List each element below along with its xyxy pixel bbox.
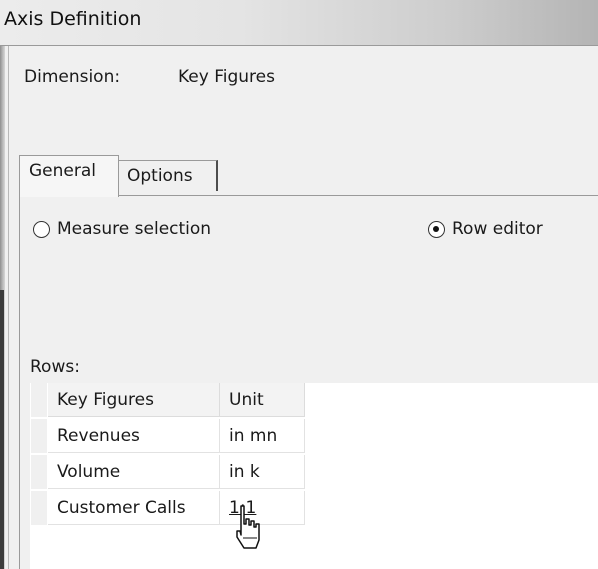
radio-checked-icon[interactable]: [428, 220, 445, 238]
hand-pointer-icon: [236, 505, 260, 549]
row-selector[interactable]: [31, 491, 47, 525]
row-header-corner: [31, 383, 47, 417]
column-header-unit[interactable]: Unit: [220, 383, 305, 417]
window-left-frame-shadow: [0, 290, 4, 569]
row-unit-cell[interactable]: in k: [220, 455, 305, 489]
row-key-figure-cell[interactable]: Revenues: [48, 419, 220, 453]
row-key-figure-cell[interactable]: Customer Calls: [48, 491, 220, 525]
tab-options[interactable]: Options: [119, 160, 218, 191]
tab-options-label: Options: [127, 166, 193, 186]
row-editor-radio[interactable]: Row editor: [428, 219, 543, 239]
column-header-key-figures[interactable]: Key Figures: [48, 383, 220, 417]
tab-general-label: General: [29, 161, 96, 181]
dimension-value: Key Figures: [178, 67, 275, 87]
row-selector[interactable]: [31, 455, 47, 489]
window-title: Axis Definition: [4, 8, 142, 30]
row-key-figure-cell[interactable]: Volume: [48, 455, 220, 489]
title-bar: Axis Definition: [0, 0, 598, 46]
row-selector[interactable]: [31, 419, 47, 453]
dimension-label: Dimension:: [24, 67, 121, 87]
row-unit-cell[interactable]: in mn: [220, 419, 305, 453]
measure-selection-radio[interactable]: Measure selection: [33, 219, 211, 239]
measure-selection-label: Measure selection: [57, 219, 212, 239]
radio-unchecked-icon[interactable]: [33, 220, 50, 238]
tab-general[interactable]: General: [19, 155, 119, 197]
rows-label: Rows:: [30, 357, 80, 377]
row-editor-label: Row editor: [452, 219, 543, 239]
